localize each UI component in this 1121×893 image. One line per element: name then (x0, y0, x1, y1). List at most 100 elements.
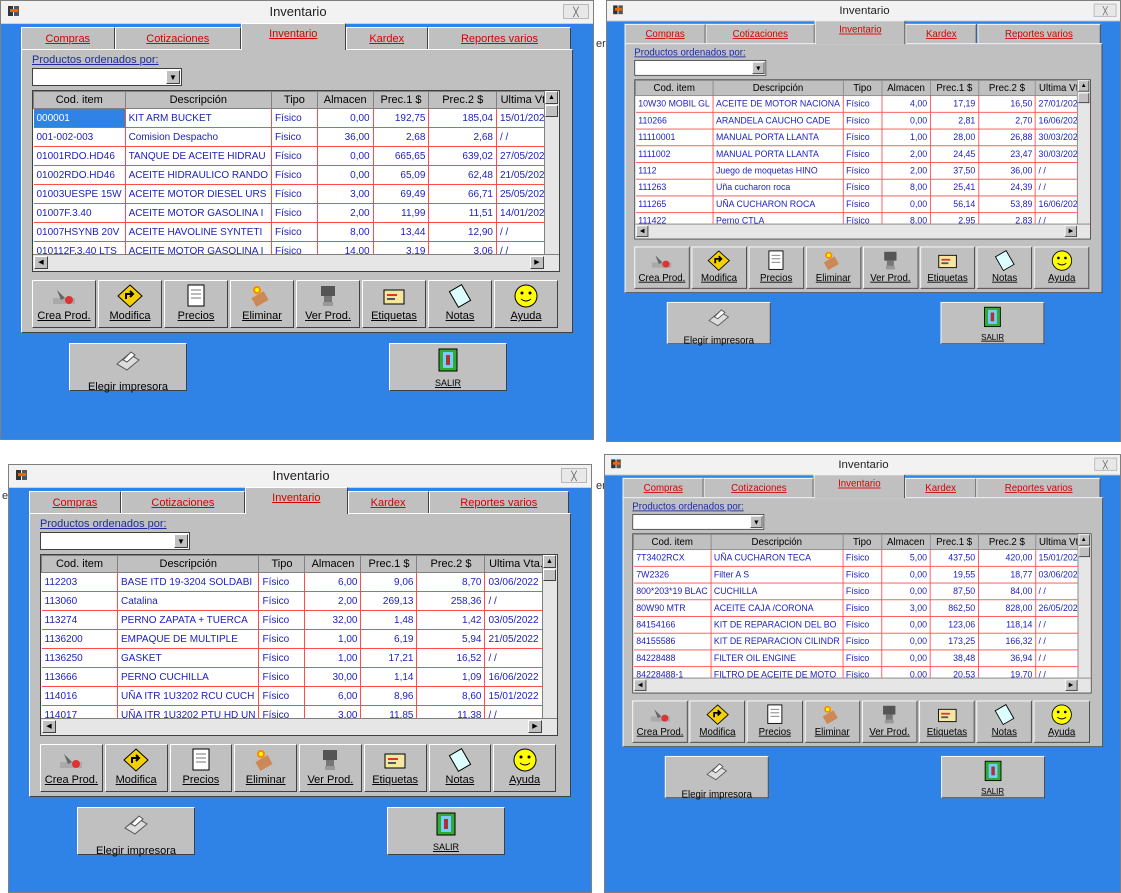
tab-compras[interactable]: Compras (624, 23, 706, 44)
etiquetas-button[interactable]: Etiquetas (919, 246, 976, 289)
table-row[interactable]: 112203 BASE ITD 19-3204 SOLDABI Físico 6,00… (41, 572, 548, 592)
scroll-up-icon[interactable]: ▲ (1077, 80, 1090, 92)
scroll-thumb[interactable] (1078, 546, 1090, 558)
etiquetas-button[interactable]: Etiquetas (919, 700, 975, 743)
table-row[interactable]: 113274 PERNO ZAPATA + TUERCA Físico 32,00 1,… (41, 610, 548, 630)
column-header[interactable]: Descripción (710, 534, 844, 551)
table-row[interactable]: 84155586 KIT DE REPARACION CILINDR Físico 0… (633, 633, 1091, 651)
chevron-down-icon[interactable]: ▼ (166, 70, 180, 84)
horizontal-scrollbar[interactable]: ◀ ▶ (41, 718, 557, 735)
close-button[interactable]: ╳ (1093, 457, 1117, 471)
etiquetas-button[interactable]: Etiquetas (362, 280, 426, 328)
exit-button[interactable]: SALIR (940, 301, 1045, 345)
eliminar-button[interactable]: Eliminar (805, 246, 861, 289)
table-row[interactable]: 114016 UÑA ITR 1U3202 RCU CUCH Físico 6,00 8… (41, 686, 548, 706)
eliminar-button[interactable]: Eliminar (234, 744, 297, 792)
tab-inventario[interactable]: Inventario (241, 23, 346, 50)
vertical-scrollbar[interactable]: ▲ (1077, 80, 1091, 225)
column-header[interactable]: Cod. item (635, 80, 714, 97)
notas-button[interactable]: Notas (428, 280, 492, 328)
table-row[interactable]: 01007HSYNB 20V ACEITE HAVOLINE SYNTETI Fís… (33, 222, 559, 242)
choose-printer-button[interactable]: Elegir impresora (664, 755, 769, 800)
eliminar-button[interactable]: Eliminar (230, 280, 294, 328)
scroll-up-icon[interactable]: ▲ (1078, 534, 1090, 546)
vertical-scrollbar[interactable]: ▲ (1077, 534, 1091, 679)
crea-prod-button[interactable]: Crea Prod. (634, 246, 690, 289)
tab-cotizaciones[interactable]: Cotizaciones (703, 477, 814, 498)
column-header[interactable]: Descripción (712, 80, 844, 97)
exit-button[interactable]: SALIR (387, 807, 505, 855)
scroll-thumb[interactable] (543, 569, 556, 581)
table-row[interactable]: 01003UESPE 15W ACEITE MOTOR DIESEL URS Fís… (33, 184, 559, 204)
chevron-down-icon[interactable]: ▼ (752, 61, 765, 75)
exit-button[interactable]: SALIR (940, 755, 1045, 799)
tab-inventario[interactable]: Inventario (245, 487, 348, 514)
scroll-right-icon[interactable]: ▶ (1064, 225, 1078, 237)
close-button[interactable]: ╳ (1093, 3, 1117, 17)
choose-printer-button[interactable]: Elegir impresora (666, 301, 771, 346)
notas-button[interactable]: Notas (428, 744, 492, 792)
table-row[interactable]: 01007F.3.40 ACEITE MOTOR GASOLINA I Físico… (33, 203, 559, 223)
column-header[interactable]: Prec.2 $ (977, 534, 1036, 551)
ver-prod-button[interactable]: Ver Prod. (861, 700, 918, 743)
tab-reportes-varios[interactable]: Reportes varios (428, 491, 569, 513)
close-button[interactable]: ╳ (561, 468, 587, 483)
modifica-button[interactable]: Modifica (689, 700, 746, 743)
notas-button[interactable]: Notas (976, 246, 1033, 289)
tab-kardex[interactable]: Kardex (905, 23, 978, 44)
scroll-left-icon[interactable]: ◀ (634, 679, 647, 691)
scroll-left-icon[interactable]: ◀ (636, 225, 649, 237)
horizontal-scrollbar[interactable]: ◀ ▶ (635, 223, 1091, 239)
etiquetas-button[interactable]: Etiquetas (363, 744, 427, 792)
column-header[interactable]: Cod. item (41, 555, 118, 573)
table-row[interactable]: 84228488 FILTER OIL ENGINE Físico 0,00 38,48… (633, 649, 1091, 668)
crea-prod-button[interactable]: Crea Prod. (632, 700, 688, 743)
column-header[interactable]: Almacen (881, 534, 931, 551)
horizontal-scrollbar[interactable]: ◀ ▶ (633, 677, 1091, 693)
column-header[interactable]: Tipo (842, 534, 883, 551)
column-header[interactable]: Ultima Vta. (484, 555, 548, 573)
scroll-up-icon[interactable]: ▲ (543, 555, 556, 568)
column-header[interactable]: Prec.2 $ (428, 91, 497, 109)
table-row[interactable]: 001-002-003 Comision Despacho Fisico 36,00 2… (33, 127, 559, 147)
column-header[interactable]: Prec.1 $ (372, 91, 430, 109)
column-header[interactable]: Prec.1 $ (929, 534, 979, 551)
tab-reportes-varios[interactable]: Reportes varios (976, 477, 1101, 498)
ayuda-button[interactable]: Ayuda (493, 744, 556, 792)
table-row[interactable]: 111263 Uña cucharon roca Físico 8,00 25,41 24… (635, 179, 1091, 197)
column-header[interactable]: Cod. item (33, 91, 126, 109)
column-header[interactable]: Cod. item (633, 534, 712, 551)
table-row[interactable]: 84154166 KIT DE REPARACION DEL BO Físico 0,… (633, 616, 1091, 634)
ayuda-button[interactable]: Ayuda (1034, 246, 1090, 289)
tab-kardex[interactable]: Kardex (904, 477, 977, 498)
column-header[interactable]: Almacen (304, 555, 362, 573)
scroll-up-icon[interactable]: ▲ (545, 91, 558, 104)
column-header[interactable]: Descripción (116, 555, 260, 573)
column-header[interactable]: Tipo (258, 555, 306, 573)
table-row[interactable]: 1136250 GASKET Físico 1,00 17,21 16,52/ / (41, 648, 548, 668)
tab-kardex[interactable]: Kardex (345, 27, 428, 49)
sort-by-select[interactable]: ▼ (32, 68, 182, 86)
sort-by-select[interactable]: ▼ (632, 513, 765, 530)
tab-inventario[interactable]: Inventario (815, 20, 906, 45)
tab-cotizaciones[interactable]: Cotizaciones (705, 23, 816, 44)
crea-prod-button[interactable]: Crea Prod. (40, 744, 103, 792)
precios-button[interactable]: Precios (169, 744, 233, 792)
choose-printer-button[interactable]: Elegir impresora (69, 343, 187, 393)
tab-cotizaciones[interactable]: Cotizaciones (114, 27, 241, 49)
ver-prod-button[interactable]: Ver Prod. (862, 246, 919, 289)
table-row[interactable]: 1136200 EMPAQUE DE MULTIPLE Físico 1,00 6,19… (41, 629, 548, 649)
table-row[interactable]: 111265 UÑA CUCHARON ROCA Físico 0,00 56,14 53… (635, 195, 1091, 214)
column-header[interactable]: Almacen (316, 91, 374, 109)
column-header[interactable]: Prec.2 $ (977, 80, 1036, 97)
scroll-thumb[interactable] (545, 105, 558, 117)
table-row[interactable]: 01001RDO.HD46 TANQUE DE ACEITE HIDRAU Físi… (33, 146, 559, 166)
column-header[interactable]: Tipo (271, 91, 318, 109)
tab-reportes-varios[interactable]: Reportes varios (977, 23, 1101, 44)
table-row[interactable]: 113060 Catalina Físico 2,00 269,13 258,36/ / (41, 591, 548, 611)
column-header[interactable]: Prec.2 $ (416, 555, 486, 573)
table-row[interactable]: 113666 PERNO CUCHILLA Físico 30,00 1,14 1,09 1… (41, 667, 548, 687)
scroll-right-icon[interactable]: ▶ (530, 256, 544, 269)
tab-cotizaciones[interactable]: Cotizaciones (120, 491, 245, 513)
table-row[interactable]: 10W30 MOBIL GL ACEITE DE MOTOR NACIONA Fís… (635, 95, 1091, 113)
